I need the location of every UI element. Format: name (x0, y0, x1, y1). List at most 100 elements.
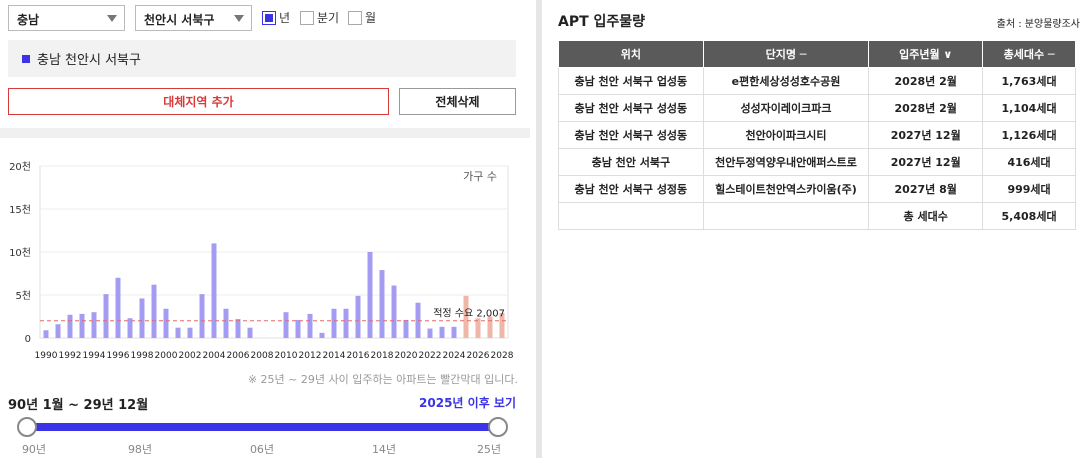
range-tick: 90년 (21, 443, 47, 456)
view-after-2025-link[interactable]: 2025년 이후 보기 (419, 394, 516, 411)
bar (307, 313, 313, 338)
x-tick-label: 2020 (395, 351, 418, 361)
province-select[interactable]: 충남 (8, 5, 125, 31)
x-tick-label: 1998 (131, 351, 154, 361)
x-tick-label: 2012 (299, 351, 322, 361)
x-tick-label: 1990 (35, 351, 58, 361)
supply-panel: 충남 천안시 서북구 년 분기 월 충남 천안시 서북구 대체지역 추가 전체삭… (0, 0, 530, 458)
bar (163, 308, 169, 338)
x-tick-label: 2022 (419, 351, 442, 361)
table-row: 충남 천안 서북구 성성동 천안아이파크시티 2027년 12월 1,126세대 (558, 121, 1076, 149)
col-complex-name[interactable]: 단지명 ─ (702, 40, 870, 68)
bar (43, 330, 49, 338)
x-tick-label: 2006 (227, 351, 250, 361)
period-year-label: 년 (279, 11, 291, 25)
chevron-down-icon (234, 15, 244, 22)
col-move-in-date[interactable]: 입주년월 ∨ (868, 40, 984, 68)
bar (235, 319, 241, 338)
x-tick-label: 2000 (155, 351, 178, 361)
delete-all-label: 전체삭제 (435, 95, 480, 109)
range-tick: 14년 (371, 443, 397, 456)
bar (67, 314, 73, 338)
cell-empty (558, 202, 704, 230)
bar (91, 312, 97, 338)
bar (175, 327, 181, 338)
table-row: 충남 천안 서북구 성정동 힐스테이트천안역스카이움(주) 2027년 8월 9… (558, 175, 1076, 203)
x-tick-label: 2014 (323, 351, 346, 361)
cell-total-units: 1,104세대 (982, 94, 1076, 122)
cell-complex-name: 천안두정역양우내안애퍼스트로 (702, 148, 870, 176)
y-tick-label: 5천 (15, 290, 31, 302)
cell-complex-name: 성성자이레이크파크 (702, 94, 870, 122)
bar (331, 308, 337, 338)
district-select[interactable]: 천안시 서북구 (135, 5, 252, 31)
selected-region: 충남 천안시 서북구 (8, 40, 516, 77)
range-tick: 25년 (476, 443, 502, 456)
y-tick-label: 10천 (9, 247, 31, 259)
cell-move-in-date: 2027년 12월 (868, 121, 984, 149)
checkbox-icon (262, 10, 276, 25)
cell-location: 충남 천안 서북구 업성동 (558, 67, 704, 95)
bar (403, 319, 409, 338)
period-quarter-label: 분기 (317, 11, 340, 25)
period-quarter-checkbox[interactable]: 분기 (300, 9, 339, 26)
x-tick-label: 2028 (491, 351, 514, 361)
table-row: 충남 천안 서북구 업성동 e편한세상성성호수공원 2028년 2월 1,763… (558, 67, 1076, 95)
cell-total-units: 416세대 (982, 148, 1076, 176)
region-label: 충남 천안시 서북구 (37, 53, 141, 68)
bar (319, 332, 325, 338)
section-divider (0, 128, 530, 138)
district-select-value: 천안시 서북구 (144, 13, 215, 27)
bar (391, 285, 397, 338)
cell-complex-name: 힐스테이트천안역스카이움(주) (702, 175, 870, 203)
cell-total-units: 1,126세대 (982, 121, 1076, 149)
x-tick-label: 2024 (443, 351, 466, 361)
period-year-checkbox[interactable]: 년 (262, 9, 290, 26)
col-total-units[interactable]: 총세대수 ─ (982, 40, 1076, 68)
table-row: 충남 천안 서북구 성성동 성성자이레이크파크 2028년 2월 1,104세대 (558, 94, 1076, 122)
range-label: 90년 1월 ~ 29년 12월 (8, 398, 149, 413)
cell-total-units: 1,763세대 (982, 67, 1076, 95)
panel-separator (536, 0, 542, 458)
cell-location: 충남 천안 서북구 성정동 (558, 175, 704, 203)
bar (139, 298, 145, 338)
total-label: 총 세대수 (868, 202, 984, 230)
range-tick: 06년 (249, 443, 275, 456)
apt-supply-table: 위치 단지명 ─ 입주년월 ∨ 총세대수 ─ 충남 천안 서북구 업성동 e편한… (558, 40, 1076, 230)
y-tick-label: 15천 (9, 204, 31, 216)
chart-note: ※ 25년 ~ 29년 사이 입주하는 아파트는 빨간막대 입니다. (247, 373, 518, 386)
checkbox-icon (300, 10, 314, 25)
add-region-label: 대체지역 추가 (163, 95, 234, 109)
range-slider-start-handle[interactable] (17, 417, 37, 437)
bar (247, 327, 253, 338)
table-title: APT 입주물량 (558, 14, 646, 30)
table-source: 출처 : 분양물량조사 (996, 19, 1080, 30)
bar (295, 319, 301, 338)
checkbox-icon (348, 10, 362, 25)
col-location: 위치 (558, 40, 704, 68)
table-row: 충남 천안 서북구 천안두정역양우내안애퍼스트로 2027년 12월 416세대 (558, 148, 1076, 176)
cell-complex-name: e편한세상성성호수공원 (702, 67, 870, 95)
add-region-button[interactable]: 대체지역 추가 (8, 88, 389, 115)
x-tick-label: 1992 (59, 351, 82, 361)
total-value: 5,408세대 (982, 202, 1076, 230)
period-month-checkbox[interactable]: 월 (348, 9, 376, 26)
bar (439, 326, 445, 338)
province-select-value: 충남 (17, 13, 40, 27)
x-tick-label: 2018 (371, 351, 394, 361)
cell-move-in-date: 2028년 2월 (868, 67, 984, 95)
bar (55, 324, 61, 338)
bar (199, 294, 205, 338)
x-tick-label: 2026 (467, 351, 490, 361)
cell-complex-name: 천안아이파크시티 (702, 121, 870, 149)
bar (379, 270, 385, 338)
region-color-marker (22, 54, 30, 63)
delete-all-button[interactable]: 전체삭제 (399, 88, 516, 115)
bar (187, 327, 193, 338)
bar (115, 277, 121, 338)
bar (103, 294, 109, 338)
cell-move-in-date: 2027년 8월 (868, 175, 984, 203)
cell-location: 충남 천안 서북구 성성동 (558, 121, 704, 149)
range-slider-track[interactable] (27, 423, 498, 431)
range-slider-end-handle[interactable] (488, 417, 508, 437)
